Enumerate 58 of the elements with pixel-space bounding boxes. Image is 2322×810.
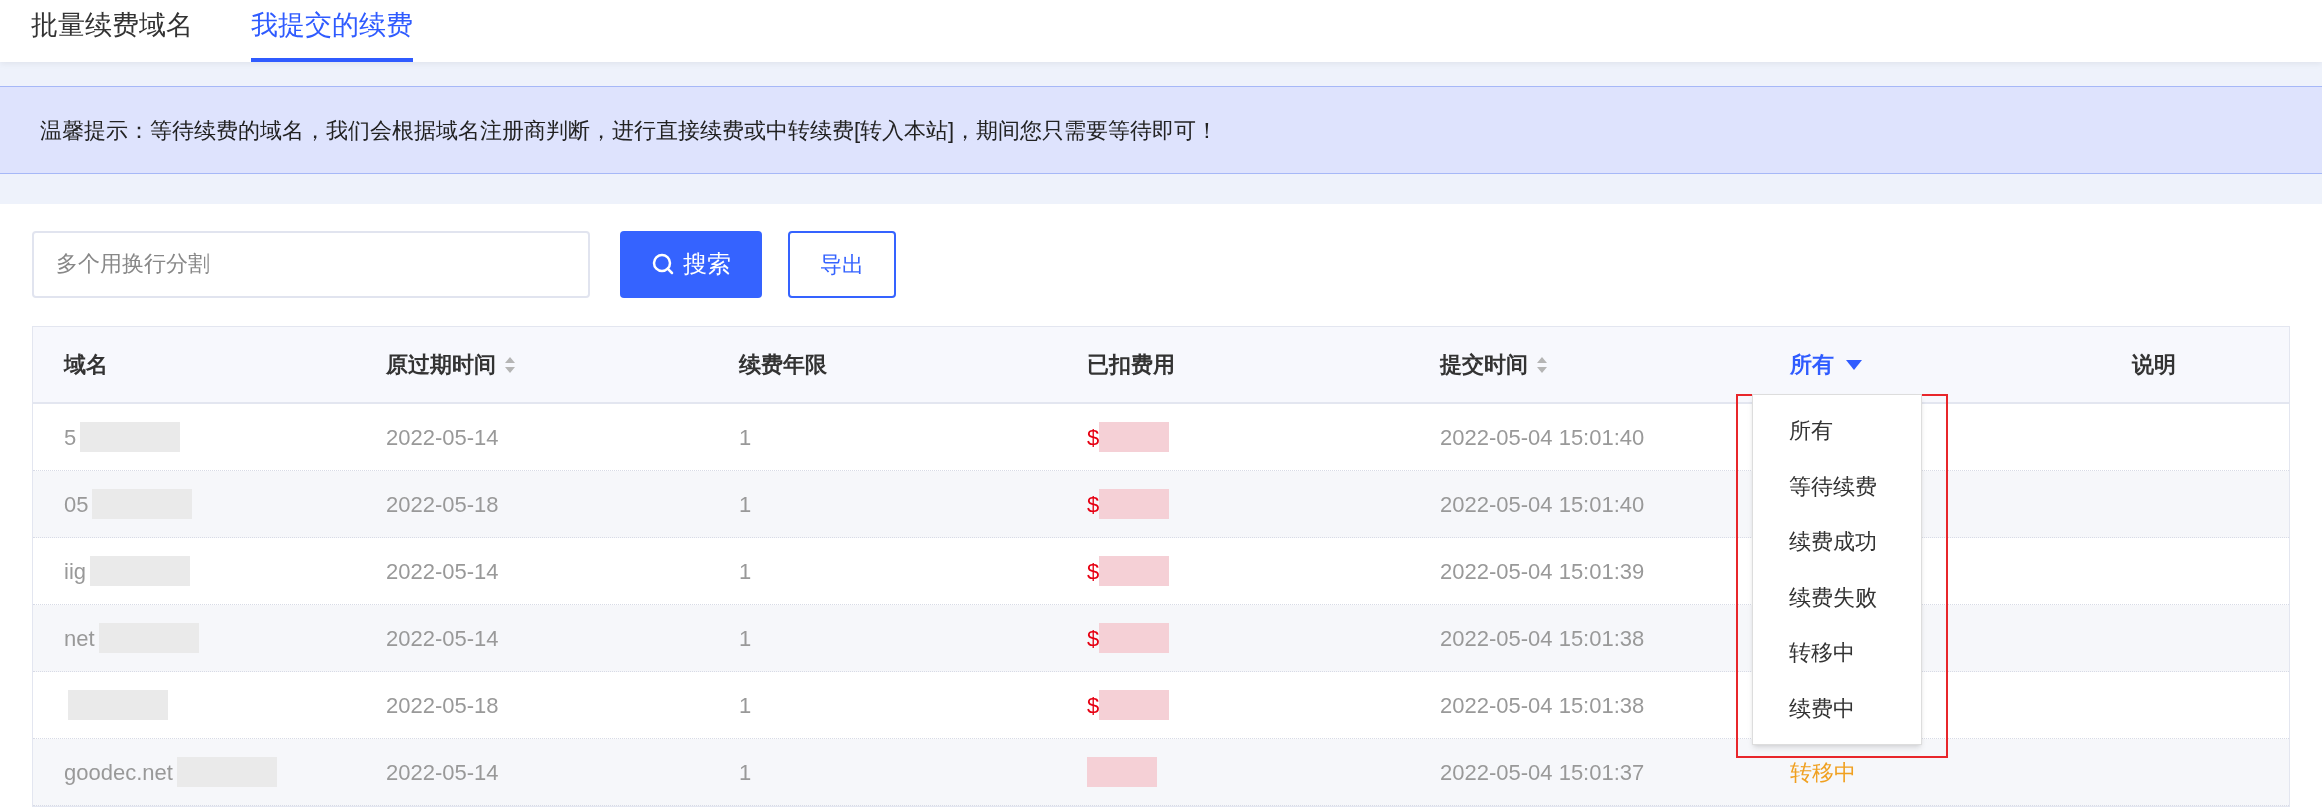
table-cell: 1 (739, 759, 752, 785)
column-header: 域名 (64, 351, 108, 379)
table-cell: 2022-05-18 (386, 692, 499, 718)
blurred-block (1087, 757, 1157, 787)
table-cell: 1 (739, 625, 752, 651)
table-cell: 2022-05-14 (386, 759, 499, 785)
menu-item[interactable]: 续费失败 (1753, 569, 1921, 625)
table-cell-text: $ (1087, 624, 1100, 653)
sort-icon[interactable] (1536, 355, 1548, 374)
export-button[interactable]: 导出 (788, 230, 896, 298)
table-cell: 1 (739, 491, 752, 517)
blurred-block (1099, 556, 1170, 586)
menu-item[interactable]: 续费中 (1753, 680, 1921, 736)
table-cell-text: $ (1087, 490, 1100, 519)
tab[interactable]: 批量续费域名 (31, 0, 193, 62)
blurred-block (1099, 489, 1170, 519)
table-cell: 1 (739, 558, 752, 584)
search-button[interactable]: 搜索 (620, 230, 762, 298)
table-cell: 1 (739, 424, 752, 450)
table-cell-text: goodec.net (64, 758, 173, 787)
table-cell: 2022-05-14 (386, 424, 499, 450)
menu-item[interactable]: 所有 (1753, 403, 1921, 459)
table-cell: 2022-05-04 15:01:38 (1440, 625, 1645, 651)
menu-item[interactable]: 等待续费 (1753, 458, 1921, 514)
search-icon (651, 252, 675, 276)
column-header: 续费年限 (739, 351, 827, 379)
status-text: 转移中 (1790, 759, 1856, 785)
notice-banner: 温馨提示：等待续费的域名，我们会根据域名注册商判断，进行直接续费或中转续费[转入本站]，期间您只需要等待即可！ (0, 86, 2322, 174)
table-cell: 2022-05-04 15:01:38 (1440, 692, 1645, 718)
status-filter[interactable]: 所有 (1790, 348, 1834, 381)
table-cell-text: $ (1087, 557, 1100, 586)
table-cell: 2022-05-04 15:01:40 (1440, 491, 1645, 517)
table-cell-text: 5 (64, 423, 77, 452)
table-cell-text: iig (64, 557, 86, 586)
sort-icon[interactable] (504, 355, 516, 374)
table-cell: 2022-05-04 15:01:40 (1440, 424, 1645, 450)
column-header: 说明 (2132, 351, 2176, 379)
column-header[interactable]: 提交时间 (1440, 348, 1528, 381)
menu-item[interactable]: 转移中 (1753, 625, 1921, 681)
table-cell: 2022-05-04 15:01:37 (1440, 759, 1645, 785)
menu-item[interactable]: 续费成功 (1753, 514, 1921, 570)
table-cell: 2022-05-14 (386, 558, 499, 584)
blurred-block (1099, 623, 1170, 653)
table-cell-text: net (64, 624, 95, 653)
table-cell-text: 05 (64, 490, 89, 519)
tab[interactable]: 我提交的续费 (251, 0, 413, 62)
blurred-block (1099, 422, 1170, 452)
table-cell-text: $ (1087, 423, 1100, 452)
search-field[interactable]: 多个用换行分割 (32, 230, 590, 298)
table-cell: 2022-05-04 15:01:39 (1440, 558, 1645, 584)
column-header[interactable]: 原过期时间 (386, 348, 496, 381)
caret-icon[interactable] (1846, 359, 1862, 370)
column-header: 已扣费用 (1087, 351, 1175, 379)
blurred-block (1099, 690, 1170, 720)
table-cell: 2022-05-14 (386, 625, 499, 651)
table-cell: 1 (739, 692, 752, 718)
table-cell-text: $ (1087, 691, 1100, 720)
table-cell: 2022-05-18 (386, 491, 499, 517)
